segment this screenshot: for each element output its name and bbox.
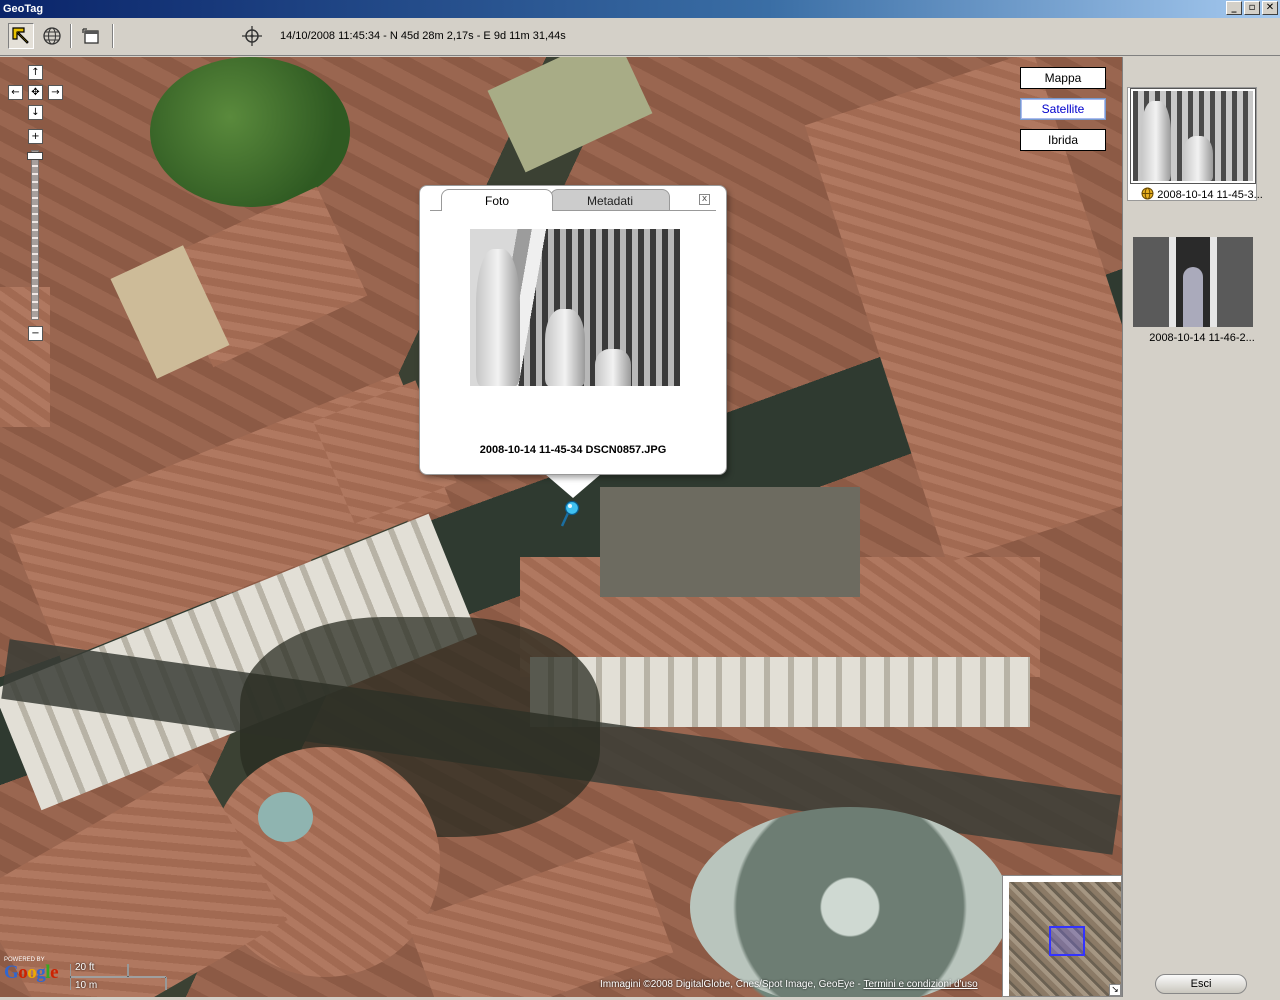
locate-tool-button[interactable] <box>239 23 265 49</box>
photo-preview[interactable] <box>470 229 680 386</box>
tree-canopy <box>150 57 350 207</box>
zoom-slider-track[interactable] <box>31 150 39 320</box>
map-pin-icon[interactable] <box>559 500 581 528</box>
pan-up-button[interactable]: ↑ <box>28 65 43 80</box>
close-window-button[interactable]: ✕ <box>1262 1 1278 15</box>
pan-down-button[interactable]: ↓ <box>28 105 43 120</box>
logo-letter: e <box>50 962 58 983</box>
lantern <box>258 792 313 842</box>
archway <box>1183 267 1203 327</box>
courtyard <box>600 487 860 597</box>
crosshair-icon <box>242 26 262 46</box>
thumbnail-caption: 2008-10-14 11-46-2... <box>1123 332 1280 344</box>
toolbar-separator <box>70 24 72 48</box>
close-icon[interactable]: x <box>699 194 710 205</box>
thumbnail-filename: 2008-10-14 11-46-2... <box>1149 332 1255 344</box>
maximize-button[interactable]: ▫ <box>1244 1 1260 15</box>
pointer-tool-button[interactable] <box>8 23 34 49</box>
zoom-in-button[interactable]: + <box>28 129 43 144</box>
roof <box>0 287 50 427</box>
photo-filename: 2008-10-14 11-45-34 DSCN0857.JPG <box>479 444 667 456</box>
round-roof <box>690 807 1010 997</box>
scale-feet: 20 ft <box>75 962 95 973</box>
minimize-button[interactable]: _ <box>1226 1 1242 15</box>
logo-letter: G <box>4 962 19 983</box>
logo-letter: o <box>27 962 37 983</box>
statue-figure <box>476 249 520 386</box>
zoom-out-button[interactable]: − <box>28 326 43 341</box>
globe-tool-button[interactable] <box>39 23 65 49</box>
exit-button[interactable]: Esci <box>1155 974 1247 994</box>
window-icon <box>82 28 99 44</box>
green-roof <box>487 57 653 173</box>
coordinates-readout: 14/10/2008 11:45:34 - N 45d 28m 2,17s - … <box>280 30 566 42</box>
imagery-copyright: Immagini ©2008 DigitalGlobe, Cnes/Spot I… <box>600 979 978 990</box>
statue-figure <box>545 309 585 386</box>
title-bar: GeoTag _ ▫ ✕ <box>0 0 1280 18</box>
scale-meters: 10 m <box>75 980 98 991</box>
satellite-map[interactable]: ↑ ← ✥ → ↓ + − Mappa Satellite Ibrida Fot… <box>0 57 1122 997</box>
globe-icon <box>43 27 61 45</box>
window-title: GeoTag <box>3 3 44 15</box>
google-logo[interactable]: Google <box>4 962 58 984</box>
tab-metadati[interactable]: Metadati <box>550 189 670 211</box>
map-type-mappa-button[interactable]: Mappa <box>1020 67 1106 89</box>
photo-thumbnail[interactable] <box>1133 237 1253 327</box>
thumbnail-filename: 2008-10-14 11-45-3... <box>1157 189 1263 201</box>
pan-right-button[interactable]: → <box>48 85 63 100</box>
logo-letter: g <box>36 962 46 983</box>
map-type-satellite-button[interactable]: Satellite <box>1020 98 1106 120</box>
statue-figure <box>595 349 631 386</box>
tab-foto[interactable]: Foto <box>441 189 553 211</box>
pan-left-button[interactable]: ← <box>8 85 23 100</box>
overview-map[interactable]: ↘ <box>1002 875 1122 997</box>
roof <box>406 839 674 997</box>
overview-toggle-icon[interactable]: ↘ <box>1109 984 1121 996</box>
thumbnail-caption: 2008-10-14 11-45-3... <box>1123 187 1280 201</box>
photo-list-panel: 2008-10-14 11-45-3... 2008-10-14 11-46-2… <box>1122 57 1280 997</box>
statue-figure <box>1141 101 1171 181</box>
scale-bar: 20 ft 10 m <box>70 962 170 992</box>
globe-icon <box>1141 187 1154 200</box>
pan-center-button[interactable]: ✥ <box>28 85 43 100</box>
overview-viewport-box[interactable] <box>1049 926 1085 956</box>
toolbar-separator <box>112 24 114 48</box>
arrow-cursor-icon <box>12 27 29 44</box>
copyright-text: Immagini ©2008 DigitalGlobe, Cnes/Spot I… <box>600 979 864 990</box>
window-tool-button[interactable] <box>78 23 104 49</box>
map-type-ibrida-button[interactable]: Ibrida <box>1020 129 1106 151</box>
photo-thumbnail[interactable] <box>1130 88 1256 184</box>
statue-figure <box>1183 136 1213 181</box>
zoom-slider-handle[interactable] <box>27 152 43 160</box>
facade <box>530 657 1030 727</box>
infowindow-tail <box>545 474 601 498</box>
toolbar: 14/10/2008 11:45:34 - N 45d 28m 2,17s - … <box>0 18 1280 56</box>
photo-infowindow: Foto Metadati x 2008-10-14 11-45-34 DSCN… <box>419 185 727 475</box>
terms-link[interactable]: Termini e condizioni d'uso <box>863 979 977 990</box>
logo-letter: o <box>18 962 28 983</box>
